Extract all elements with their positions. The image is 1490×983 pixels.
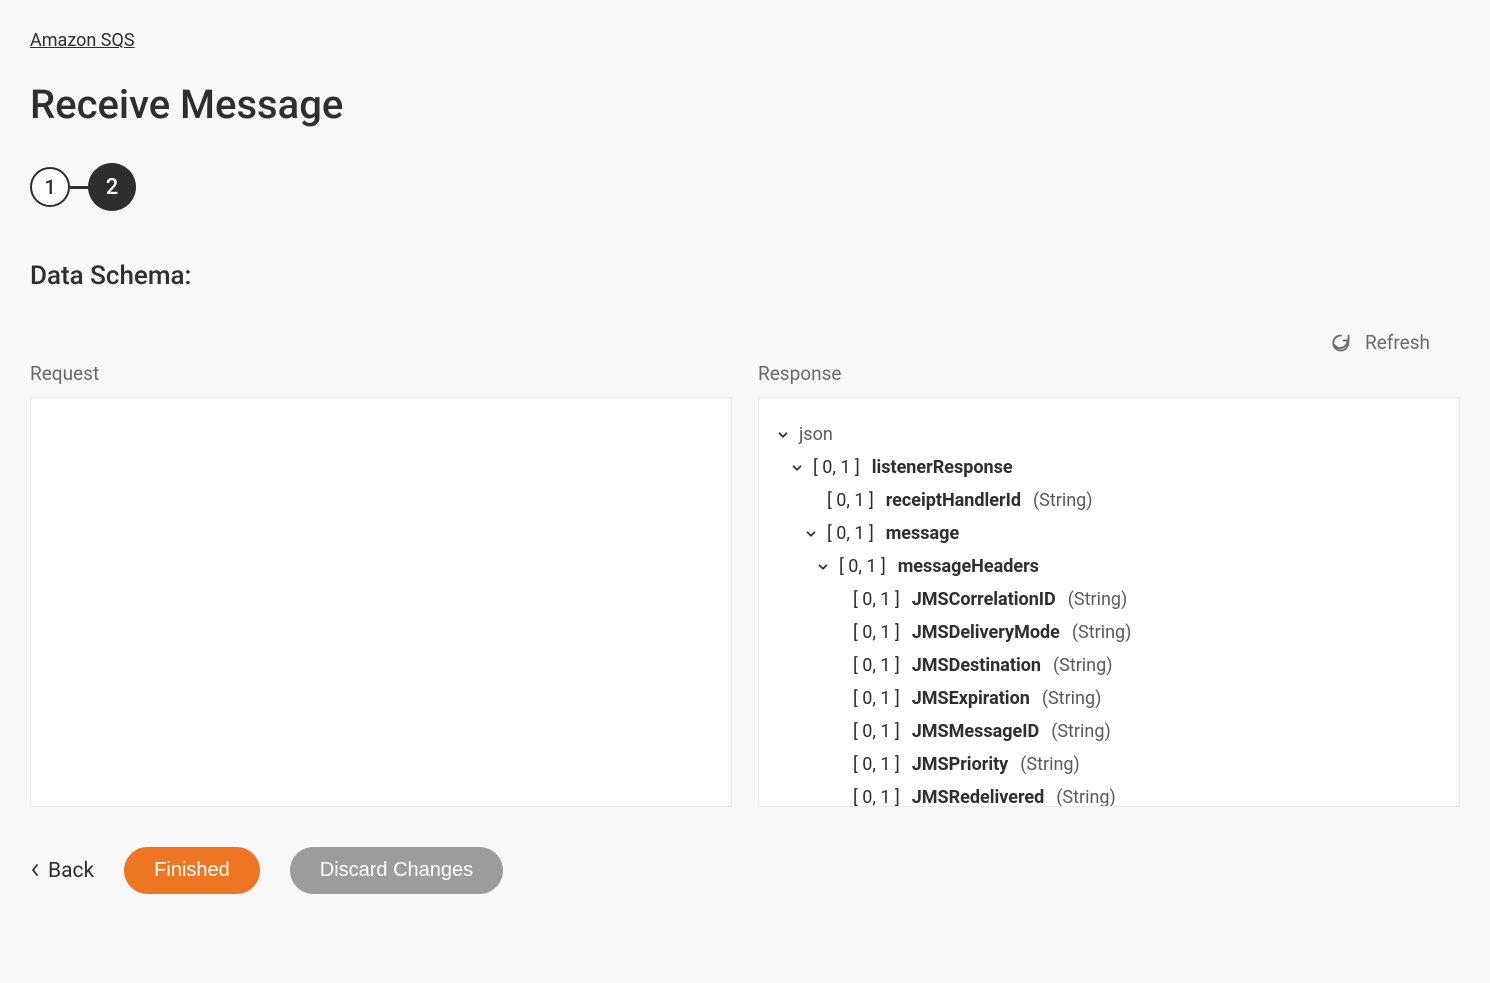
- tree-node[interactable]: [ 0, 1 ] JMSDestination (String): [775, 649, 1443, 682]
- tree-node-type: (String): [1020, 754, 1080, 775]
- tree-node-cardinality: [ 0, 1 ]: [827, 523, 874, 544]
- tree-node-cardinality: [ 0, 1 ]: [853, 655, 900, 676]
- chevron-left-icon: [30, 859, 40, 883]
- section-title-data-schema: Data Schema:: [30, 261, 1460, 291]
- stepper: 1 2: [30, 163, 1460, 211]
- tree-node[interactable]: [ 0, 1 ] messageHeaders: [775, 550, 1443, 583]
- tree-node[interactable]: [ 0, 1 ] JMSCorrelationID (String): [775, 583, 1443, 616]
- response-panel-label: Response: [758, 362, 1460, 385]
- request-panel-label: Request: [30, 362, 732, 385]
- chevron-down-icon[interactable]: [775, 427, 791, 443]
- chevron-down-icon[interactable]: [789, 460, 805, 476]
- tree-node[interactable]: [ 0, 1 ] message: [775, 517, 1443, 550]
- back-button[interactable]: Back: [30, 859, 94, 883]
- tree-node-cardinality: [ 0, 1 ]: [853, 787, 900, 807]
- tree-node[interactable]: [ 0, 1 ] JMSMessageID (String): [775, 715, 1443, 748]
- chevron-down-icon[interactable]: [815, 559, 831, 575]
- tree-node[interactable]: [ 0, 1 ] JMSRedelivered (String): [775, 781, 1443, 807]
- tree-node-cardinality: [ 0, 1 ]: [853, 688, 900, 709]
- tree-node-name: message: [886, 523, 959, 544]
- tree-node-type: (String): [1053, 655, 1113, 676]
- tree-node-name: listenerResponse: [872, 457, 1013, 478]
- chevron-down-icon[interactable]: [803, 526, 819, 542]
- tree-node-name: JMSDestination: [912, 655, 1041, 676]
- refresh-label: Refresh: [1365, 331, 1430, 354]
- step-2[interactable]: 2: [88, 163, 136, 211]
- tree-root-label: json: [799, 424, 833, 445]
- tree-node-name: JMSDeliveryMode: [912, 622, 1060, 643]
- tree-node-name: JMSRedelivered: [912, 787, 1045, 807]
- discard-changes-button[interactable]: Discard Changes: [290, 847, 503, 894]
- step-connector: [70, 186, 88, 189]
- tree-node[interactable]: [ 0, 1 ] receiptHandlerId (String): [775, 484, 1443, 517]
- tree-node-cardinality: [ 0, 1 ]: [853, 721, 900, 742]
- response-panel[interactable]: json [ 0, 1 ] listenerResponse [ 0, 1 ] rece…: [758, 397, 1460, 807]
- tree-node-cardinality: [ 0, 1 ]: [827, 490, 874, 511]
- tree-node-type: (String): [1072, 622, 1132, 643]
- tree-node-type: (String): [1042, 688, 1102, 709]
- step-1[interactable]: 1: [30, 167, 70, 207]
- tree-node-name: JMSExpiration: [912, 688, 1030, 709]
- tree-node[interactable]: [ 0, 1 ] JMSPriority (String): [775, 748, 1443, 781]
- tree-node-cardinality: [ 0, 1 ]: [839, 556, 886, 577]
- refresh-button[interactable]: Refresh: [1331, 331, 1430, 354]
- finished-button[interactable]: Finished: [124, 847, 260, 894]
- breadcrumb-link[interactable]: Amazon SQS: [30, 30, 135, 51]
- tree-node-name: JMSPriority: [912, 754, 1009, 775]
- request-panel[interactable]: [30, 397, 732, 807]
- tree-node-root[interactable]: json: [775, 418, 1443, 451]
- tree-node-name: messageHeaders: [898, 556, 1039, 577]
- tree-node[interactable]: [ 0, 1 ] JMSExpiration (String): [775, 682, 1443, 715]
- page-title: Receive Message: [30, 81, 1460, 128]
- tree-node-type: (String): [1068, 589, 1128, 610]
- tree-node-name: JMSMessageID: [912, 721, 1039, 742]
- tree-node-cardinality: [ 0, 1 ]: [813, 457, 860, 478]
- refresh-icon: [1331, 333, 1351, 353]
- tree-node-cardinality: [ 0, 1 ]: [853, 589, 900, 610]
- tree-node-name: receiptHandlerId: [886, 490, 1021, 511]
- tree-node-type: (String): [1056, 787, 1116, 807]
- tree-node[interactable]: [ 0, 1 ] listenerResponse: [775, 451, 1443, 484]
- tree-node-cardinality: [ 0, 1 ]: [853, 622, 900, 643]
- tree-node-type: (String): [1033, 490, 1093, 511]
- tree-node[interactable]: [ 0, 1 ] JMSDeliveryMode (String): [775, 616, 1443, 649]
- tree-node-type: (String): [1051, 721, 1111, 742]
- tree-node-name: JMSCorrelationID: [912, 589, 1056, 610]
- tree-node-cardinality: [ 0, 1 ]: [853, 754, 900, 775]
- back-label: Back: [48, 859, 94, 883]
